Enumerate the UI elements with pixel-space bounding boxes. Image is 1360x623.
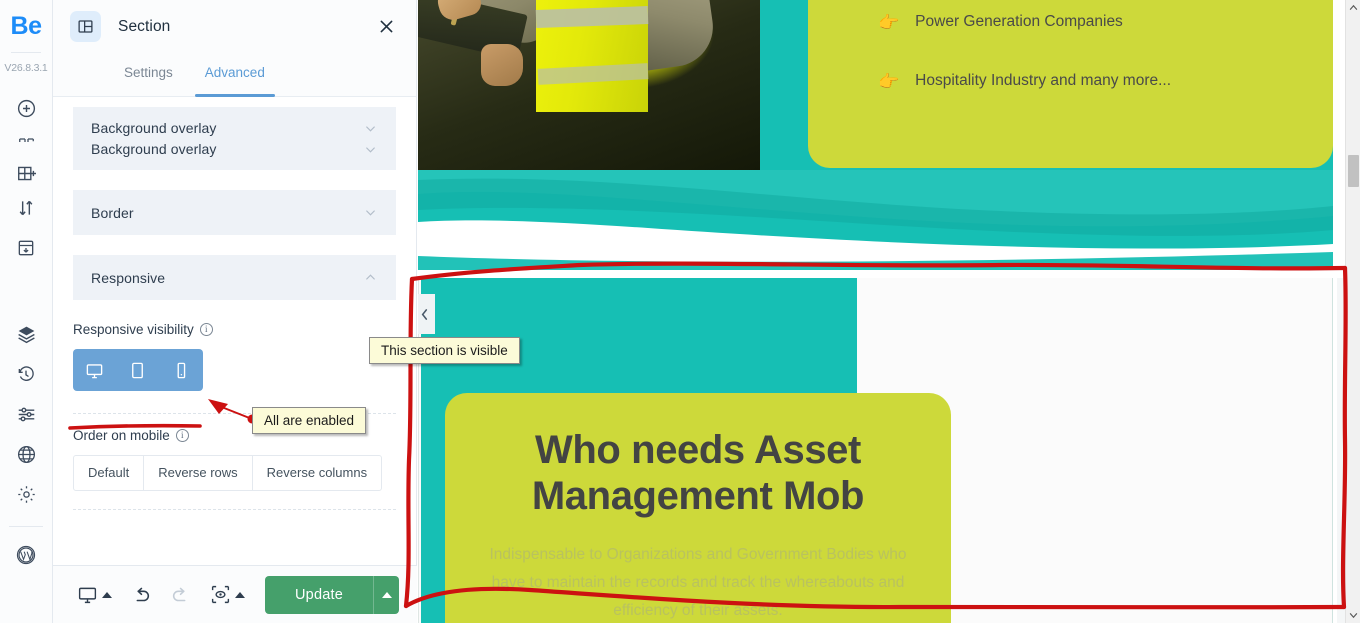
accordion-spacer: [53, 170, 416, 190]
chevron-down-icon: [363, 142, 378, 157]
section-heading: Who needs Asset Management Mob: [531, 428, 865, 518]
scrollbar-thumb[interactable]: [1348, 155, 1359, 187]
desktop-icon[interactable]: [78, 349, 111, 391]
columns-icon[interactable]: [0, 128, 53, 158]
scroll-down-icon[interactable]: [1346, 608, 1360, 623]
chevron-down-icon: [363, 205, 378, 220]
page-preview-canvas: 👉 Power Generation Companies 👉 Hospitali…: [418, 0, 1333, 623]
desktop-icon: [78, 587, 97, 604]
be-logo[interactable]: Be: [0, 0, 53, 52]
section-layout-icon: [70, 11, 101, 42]
sort-icon[interactable]: [0, 188, 53, 228]
caret-up-icon: [235, 591, 245, 598]
editor-bottom-toolbar: Update: [53, 565, 417, 623]
close-icon[interactable]: [373, 14, 399, 40]
section-paragraph: Indispensable to Organizations and Gover…: [489, 546, 907, 619]
worker-photo: [418, 0, 760, 172]
accordion-label-responsive: Responsive: [91, 269, 166, 286]
info-icon[interactable]: i: [175, 429, 189, 442]
accordion-responsive[interactable]: Responsive: [73, 255, 396, 300]
chevron-up-icon: [363, 270, 378, 285]
device-preview-button[interactable]: [71, 578, 118, 612]
preview-button[interactable]: [204, 578, 251, 612]
undo-button[interactable]: [124, 578, 158, 612]
order-on-mobile-label: Order on mobile: [73, 428, 170, 443]
list-item-label: Power Generation Companies: [915, 13, 1123, 30]
rail-divider-bottom: [9, 526, 43, 527]
caret-up-icon: [102, 591, 112, 598]
layers-icon[interactable]: [0, 314, 53, 354]
accordion-border[interactable]: Border: [73, 190, 396, 235]
lime-content-card: Who needs Asset Management Mob Indispens…: [445, 393, 951, 623]
responsive-visibility-field: Responsive visibility i: [53, 322, 416, 391]
responsive-visibility-label-row: Responsive visibility i: [73, 322, 396, 337]
redo-icon: [172, 587, 186, 601]
caret-up-icon: [381, 591, 392, 598]
preview-eye-icon: [211, 585, 230, 604]
save-template-icon[interactable]: [0, 228, 53, 268]
accordion-spacer: [53, 235, 416, 255]
panel-tabs: Settings Advanced: [53, 53, 416, 97]
redo-button[interactable]: [164, 578, 198, 612]
mobile-icon[interactable]: [165, 349, 198, 391]
grid-add-icon[interactable]: [0, 158, 53, 188]
list-item[interactable]: 👉 Hospitality Industry and many more...: [878, 72, 1171, 90]
accordion-label-background-overlay-2: Background overlay: [91, 141, 217, 157]
tab-advanced[interactable]: Advanced: [189, 53, 281, 97]
gear-icon[interactable]: [0, 474, 53, 514]
accordion-label-border: Border: [91, 204, 134, 221]
sliders-icon[interactable]: [0, 394, 53, 434]
responsive-visibility-label: Responsive visibility: [73, 322, 194, 337]
add-icon[interactable]: [0, 88, 53, 128]
tab-settings[interactable]: Settings: [108, 53, 189, 97]
left-icon-rail: Be V26.8.3.1: [0, 0, 53, 623]
photo-hand-lower: [481, 44, 523, 86]
pointing-hand-icon: 👉: [878, 12, 900, 32]
update-dropdown-button[interactable]: [373, 575, 399, 614]
responsive-visibility-toggle-group: [73, 349, 203, 391]
update-button-group: Update: [265, 575, 399, 614]
chevron-down-icon: [363, 121, 378, 136]
version-label: V26.8.3.1: [4, 62, 48, 74]
order-option-default[interactable]: Default: [74, 456, 145, 490]
selected-section[interactable]: Who needs Asset Management Mob Indispens…: [418, 278, 1333, 623]
wordpress-icon[interactable]: [0, 535, 53, 575]
order-on-mobile-segmented-control: Default Reverse rows Reverse columns: [73, 455, 383, 491]
accordion-background-overlay[interactable]: Background overlay Background overlay: [73, 107, 396, 170]
list-item-label: Hospitality Industry and many more...: [915, 72, 1172, 89]
panel-header: Section: [53, 0, 416, 53]
info-icon[interactable]: i: [199, 323, 213, 336]
undo-icon: [136, 587, 150, 601]
order-option-reverse-columns[interactable]: Reverse columns: [253, 456, 381, 490]
panel-body: Background overlay Background overlay Bo…: [53, 97, 416, 623]
list-item[interactable]: 👉 Power Generation Companies: [878, 13, 1123, 31]
app-root: Be V26.8.3.1 Section Settings Advanced B…: [0, 0, 1360, 623]
section-settings-panel: Section Settings Advanced Background ove…: [53, 0, 417, 623]
history-icon[interactable]: [0, 354, 53, 394]
scroll-up-icon[interactable]: [1346, 0, 1360, 15]
accordion-label-background-overlay-1: Background overlay: [91, 120, 217, 136]
tooltip-section-visible: This section is visible: [369, 337, 520, 364]
inner-scrollbar-track[interactable]: [1337, 278, 1345, 623]
page-scrollbar[interactable]: [1345, 0, 1360, 623]
order-option-reverse-rows[interactable]: Reverse rows: [144, 456, 253, 490]
tooltip-all-enabled: All are enabled: [252, 407, 367, 434]
teal-wave-decoration: [418, 170, 1333, 270]
update-button[interactable]: Update: [265, 576, 373, 614]
globe-icon[interactable]: [0, 434, 53, 474]
page-title: Section: [118, 17, 171, 35]
pointing-hand-icon: 👉: [878, 71, 900, 91]
field-divider-bottom: [73, 509, 396, 510]
order-on-mobile-field: Order on mobile i Default Reverse rows R…: [53, 428, 416, 491]
tablet-icon[interactable]: [121, 349, 154, 391]
chevron-left-icon[interactable]: [418, 294, 435, 334]
